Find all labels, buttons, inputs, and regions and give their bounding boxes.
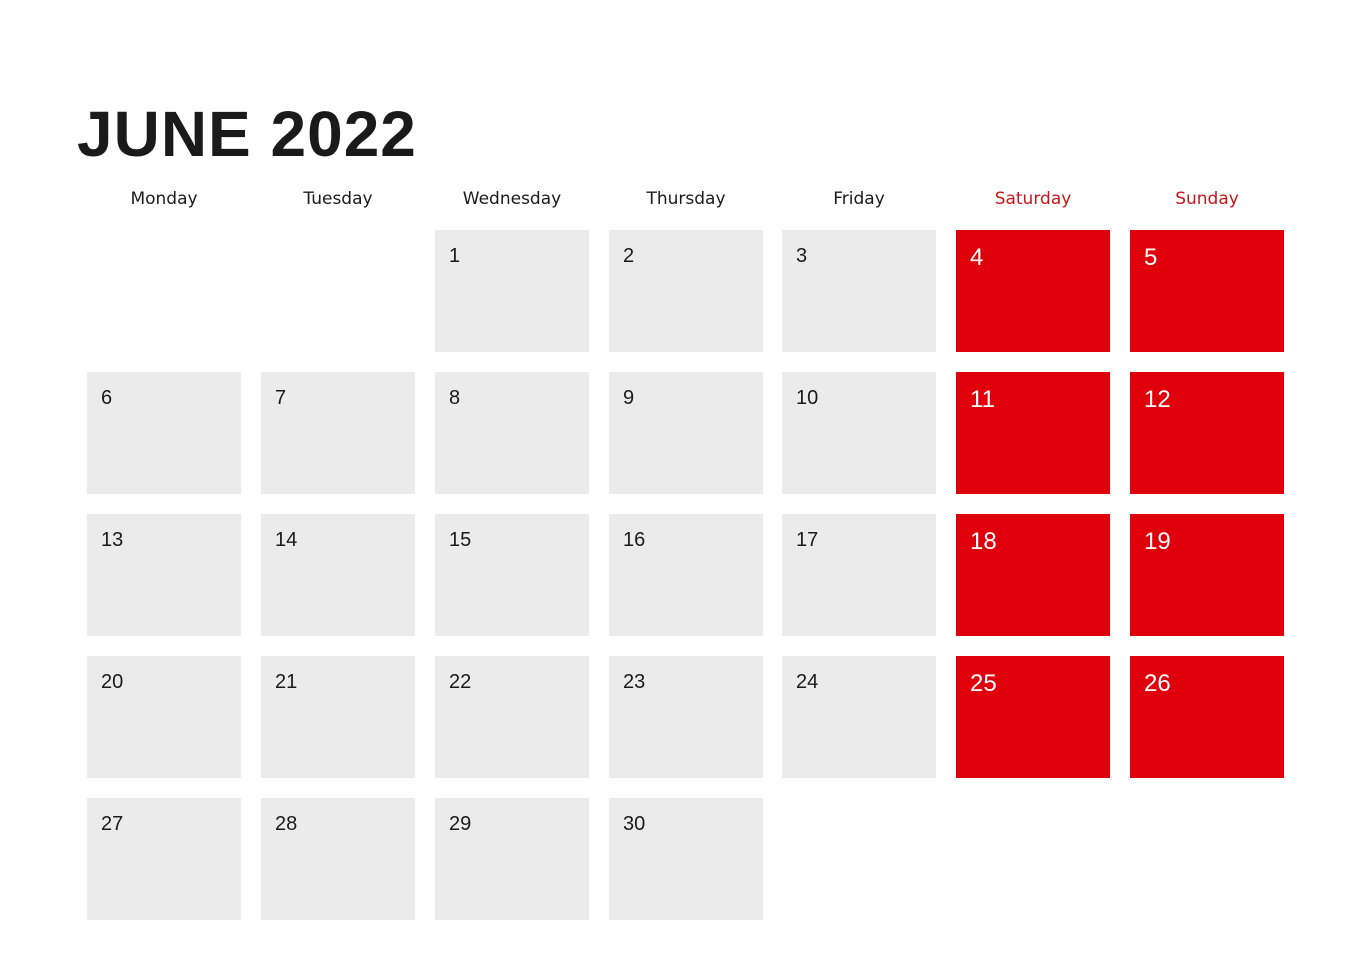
- day-cell-5[interactable]: 5: [1130, 230, 1284, 352]
- day-number: 12: [1144, 386, 1171, 413]
- day-cell-29[interactable]: 29: [435, 798, 589, 920]
- day-cell-27[interactable]: 27: [87, 798, 241, 920]
- day-cell-11[interactable]: 11: [956, 372, 1110, 494]
- day-cell-9[interactable]: 9: [609, 372, 763, 494]
- day-number: 25: [970, 670, 997, 697]
- day-cell-14[interactable]: 14: [261, 514, 415, 636]
- day-number: 28: [275, 813, 298, 835]
- weekday-label-saturday: Saturday: [994, 189, 1072, 209]
- day-number: 27: [101, 813, 124, 835]
- day-cell-10[interactable]: 10: [782, 372, 936, 494]
- day-number: 11: [970, 386, 995, 413]
- day-number: 1: [449, 245, 461, 267]
- day-cell-8[interactable]: 8: [435, 372, 589, 494]
- day-number: 8: [449, 387, 461, 409]
- day-cell-3[interactable]: 3: [782, 230, 936, 352]
- day-cell-22[interactable]: 22: [435, 656, 589, 778]
- day-number: 21: [275, 671, 298, 693]
- weekday-label-wednesday: Wednesday: [462, 189, 562, 209]
- day-number: 18: [970, 528, 997, 555]
- day-cell-28[interactable]: 28: [261, 798, 415, 920]
- day-cell-1[interactable]: 1: [435, 230, 589, 352]
- day-number: 9: [623, 387, 635, 409]
- day-number: 30: [623, 813, 646, 835]
- day-number: 29: [449, 813, 472, 835]
- day-number: 15: [449, 529, 472, 551]
- weekday-label-monday: Monday: [130, 189, 198, 209]
- day-cell-18[interactable]: 18: [956, 514, 1110, 636]
- weekday-label-thursday: Thursday: [646, 189, 726, 209]
- day-number: 16: [623, 529, 646, 551]
- day-number: 17: [796, 529, 819, 551]
- day-number: 14: [275, 529, 298, 551]
- day-number: 5: [1144, 244, 1158, 271]
- day-number: 6: [101, 387, 113, 409]
- day-number: 23: [623, 671, 646, 693]
- day-cell-13[interactable]: 13: [87, 514, 241, 636]
- day-cell-30[interactable]: 30: [609, 798, 763, 920]
- day-cell-12[interactable]: 12: [1130, 372, 1284, 494]
- day-number: 7: [275, 387, 287, 409]
- weekday-label-sunday: Sunday: [1175, 189, 1239, 209]
- day-number: 19: [1144, 528, 1171, 555]
- day-number: 22: [449, 671, 472, 693]
- day-cell-20[interactable]: 20: [87, 656, 241, 778]
- day-cell-17[interactable]: 17: [782, 514, 936, 636]
- day-number: 24: [796, 671, 819, 693]
- day-cell-16[interactable]: 16: [609, 514, 763, 636]
- day-cell-2[interactable]: 2: [609, 230, 763, 352]
- day-number: 26: [1144, 670, 1171, 697]
- day-cell-23[interactable]: 23: [609, 656, 763, 778]
- weekday-label-tuesday: Tuesday: [303, 189, 373, 209]
- day-cell-6[interactable]: 6: [87, 372, 241, 494]
- day-number: 4: [970, 244, 984, 271]
- day-cell-15[interactable]: 15: [435, 514, 589, 636]
- calendar-title: JUNE 2022: [77, 98, 417, 170]
- day-number: 2: [623, 245, 635, 267]
- day-cell-25[interactable]: 25: [956, 656, 1110, 778]
- day-cell-26[interactable]: 26: [1130, 656, 1284, 778]
- day-number: 10: [796, 387, 819, 409]
- weekday-label-friday: Friday: [833, 189, 885, 209]
- day-cell-7[interactable]: 7: [261, 372, 415, 494]
- day-cell-4[interactable]: 4: [956, 230, 1110, 352]
- day-cell-24[interactable]: 24: [782, 656, 936, 778]
- day-number: 13: [101, 529, 124, 551]
- day-number: 3: [796, 245, 808, 267]
- day-number: 20: [101, 671, 124, 693]
- day-cell-19[interactable]: 19: [1130, 514, 1284, 636]
- day-cell-21[interactable]: 21: [261, 656, 415, 778]
